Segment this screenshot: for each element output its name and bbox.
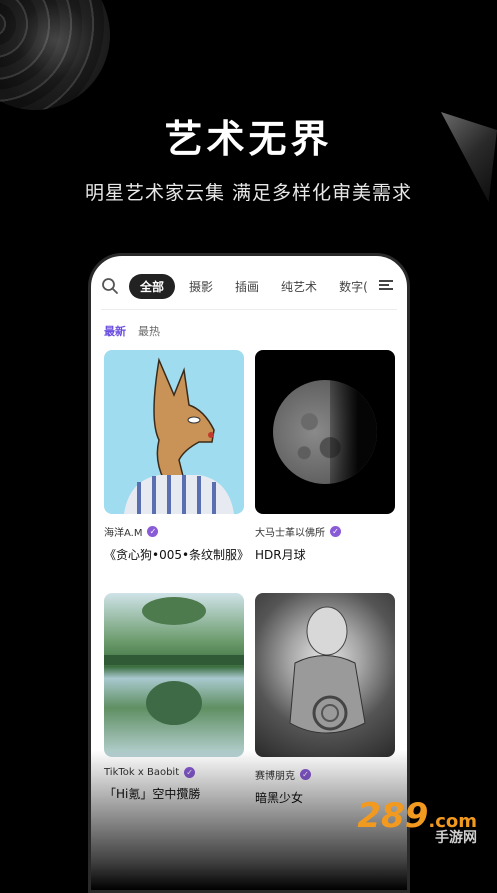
author-name[interactable]: TikTok x Baobit	[104, 767, 179, 778]
artwork-image-moon[interactable]	[255, 350, 395, 514]
tab-all[interactable]: 全部	[129, 273, 176, 299]
verified-icon: ✓	[184, 767, 196, 778]
author-row: 赛博朋克 ✓	[255, 767, 395, 782]
artwork-card[interactable]: 赛博朋克 ✓ 暗黑少女	[255, 593, 395, 806]
watermark-domain: .com	[428, 811, 477, 832]
artwork-card[interactable]: 大马士革以佛所 ✓ HDR月球	[255, 350, 395, 563]
sort-newest[interactable]: 最新	[104, 323, 126, 339]
sort-options: 最新 最热	[104, 323, 160, 339]
author-row: 大马士革以佛所 ✓	[255, 524, 395, 539]
divider	[101, 309, 397, 310]
tab-photography[interactable]: 摄影	[189, 278, 213, 295]
artwork-title[interactable]: 「Hi氪」空中攬勝	[104, 785, 244, 802]
author-name[interactable]: 海洋A.M	[104, 524, 142, 539]
site-watermark: 289.com 手游网	[357, 799, 477, 845]
tab-illustration[interactable]: 插画	[235, 278, 259, 295]
menu-icon[interactable]	[379, 278, 393, 292]
artwork-card[interactable]: TikTok x Baobit ✓ 「Hi氪」空中攬勝	[104, 593, 244, 802]
artwork-image-dog[interactable]	[104, 350, 244, 514]
artwork-image-lake[interactable]	[104, 593, 244, 757]
search-icon[interactable]	[101, 277, 119, 295]
verified-icon: ✓	[147, 526, 159, 537]
tab-digital[interactable]: 数字(	[339, 278, 368, 295]
artwork-title[interactable]: 《贪心狗•005•条纹制服》	[104, 546, 249, 563]
artwork-image-mech-girl[interactable]	[255, 593, 395, 757]
author-name[interactable]: 赛博朋克	[255, 767, 295, 782]
category-tabs: 全部 摄影 插画 纯艺术 数字(	[101, 273, 399, 299]
verified-icon: ✓	[330, 526, 341, 537]
author-row: 海洋A.M ✓	[104, 524, 244, 539]
author-row: TikTok x Baobit ✓	[104, 767, 244, 778]
artwork-card[interactable]: 海洋A.M ✓ 《贪心狗•005•条纹制服》	[104, 350, 249, 563]
author-name[interactable]: 大马士革以佛所	[255, 524, 325, 539]
tab-fine-art[interactable]: 纯艺术	[281, 278, 317, 295]
hero-subline: 明星艺术家云集 满足多样化审美需求	[84, 182, 413, 204]
hero-headline: 艺术无界	[164, 117, 333, 161]
sort-hottest[interactable]: 最热	[138, 323, 160, 339]
watermark-brand: 289	[357, 796, 429, 836]
verified-icon: ✓	[300, 769, 311, 780]
artwork-title[interactable]: HDR月球	[255, 546, 395, 563]
moon-graphic	[273, 380, 377, 484]
